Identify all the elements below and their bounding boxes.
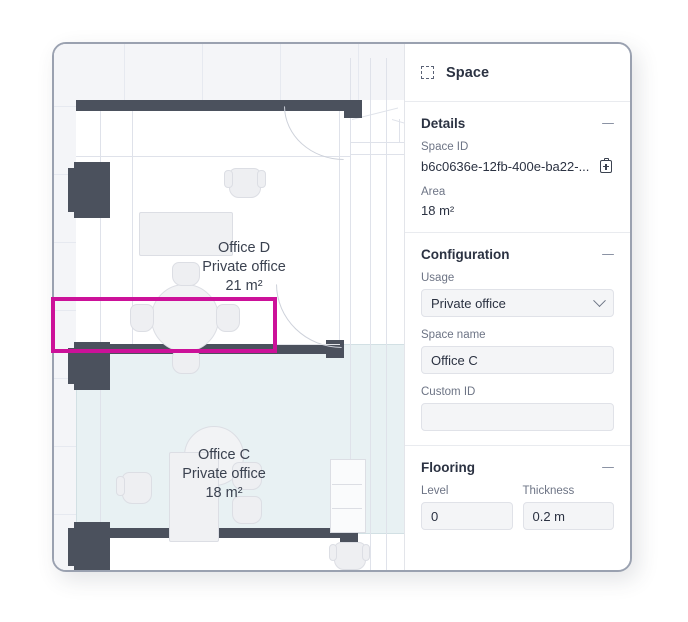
usage-select[interactable]: Private office bbox=[421, 289, 614, 317]
furniture-chair-office-d bbox=[216, 304, 240, 332]
shelf-line bbox=[332, 484, 362, 485]
section-flooring-header[interactable]: Flooring bbox=[421, 460, 614, 475]
section-details-header[interactable]: Details bbox=[421, 116, 614, 131]
furniture-chair-office-c bbox=[232, 496, 262, 524]
field-label-custom-id: Custom ID bbox=[421, 386, 476, 398]
furniture-shelving-unit bbox=[330, 459, 366, 533]
flooring-thickness-group: Thickness 0.2 m bbox=[522, 485, 614, 530]
section-configuration: Configuration Usage Private office Space… bbox=[405, 233, 630, 446]
plan-guide-line bbox=[76, 156, 350, 157]
field-label-space-name: Space name bbox=[421, 329, 486, 341]
thickness-input[interactable]: 0.2 m bbox=[522, 502, 614, 530]
furniture-chair-arm bbox=[362, 544, 370, 561]
space-dashed-square-icon bbox=[421, 66, 434, 79]
field-label-thickness: Thickness bbox=[522, 485, 575, 497]
plan-guide-line bbox=[350, 154, 404, 155]
door-leaf-office-d bbox=[276, 344, 340, 345]
custom-id-input[interactable] bbox=[421, 403, 614, 431]
floorplan-canvas[interactable]: Office D Private office 21 m² Office C P… bbox=[54, 44, 404, 570]
plan-truss-line bbox=[399, 119, 400, 143]
chevron-down-icon bbox=[593, 293, 606, 307]
furniture-chair-office-c bbox=[232, 462, 262, 490]
clipboard-tab bbox=[603, 158, 609, 161]
wall-left-upper bbox=[74, 162, 110, 218]
furniture-desk-office-d bbox=[139, 212, 233, 256]
field-label-space-id: Space ID bbox=[421, 141, 469, 153]
furniture-desk-office-c bbox=[169, 452, 219, 542]
section-configuration-title: Configuration bbox=[421, 247, 510, 262]
section-flooring: Flooring Level 0 Thickness 0.2 m bbox=[405, 446, 630, 544]
thickness-value: 0.2 m bbox=[532, 508, 566, 524]
field-value-space-id-row: b6c0636e-12fb-400e-ba22-... bbox=[421, 158, 614, 174]
furniture-round-table bbox=[151, 284, 219, 352]
field-label-usage: Usage bbox=[421, 272, 455, 284]
section-flooring-title: Flooring bbox=[421, 460, 475, 475]
section-details: Details Space ID b6c0636e-12fb-400e-ba22… bbox=[405, 102, 630, 233]
wall-corner-top-right bbox=[344, 100, 362, 118]
level-value: 0 bbox=[431, 508, 439, 524]
panel-title: Space bbox=[446, 64, 490, 81]
usage-select-value: Private office bbox=[431, 295, 506, 311]
furniture-chair-arm bbox=[329, 544, 337, 561]
wall-left-upper-cap bbox=[68, 168, 78, 212]
section-details-title: Details bbox=[421, 116, 466, 131]
furniture-chair-arm bbox=[224, 170, 233, 188]
furniture-chair-arm bbox=[257, 170, 266, 188]
field-label-area: Area bbox=[421, 186, 446, 198]
editor-card: Office D Private office 21 m² Office C P… bbox=[52, 42, 632, 572]
furniture-chair-arm bbox=[116, 476, 125, 496]
furniture-chair-office-c bbox=[122, 472, 152, 504]
properties-panel: Space Details Space ID b6c0636e-12fb-400… bbox=[404, 44, 630, 570]
field-value-space-id: b6c0636e-12fb-400e-ba22-... bbox=[421, 158, 590, 174]
section-configuration-header[interactable]: Configuration bbox=[421, 247, 614, 262]
collapse-minus-icon[interactable] bbox=[602, 122, 614, 125]
furniture-chair-office-d bbox=[130, 304, 154, 332]
furniture-chair-office-d bbox=[172, 262, 200, 286]
level-input[interactable]: 0 bbox=[421, 502, 513, 530]
clipboard-plus bbox=[602, 166, 610, 168]
collapse-minus-icon[interactable] bbox=[602, 466, 614, 469]
furniture-chair-office-d bbox=[172, 350, 200, 374]
space-name-input[interactable]: Office C bbox=[421, 346, 614, 374]
field-value-area: 18 m² bbox=[421, 203, 455, 218]
panel-header: Space bbox=[405, 44, 630, 102]
collapse-minus-icon[interactable] bbox=[602, 253, 614, 256]
flooring-fields-row: Level 0 Thickness 0.2 m bbox=[421, 485, 614, 530]
copy-clipboard-icon[interactable] bbox=[600, 158, 614, 174]
app-root: Office D Private office 21 m² Office C P… bbox=[0, 0, 688, 622]
space-name-value: Office C bbox=[431, 352, 478, 368]
flooring-level-group: Level 0 bbox=[421, 485, 513, 530]
shelf-line bbox=[332, 508, 362, 509]
field-label-level: Level bbox=[421, 485, 449, 497]
